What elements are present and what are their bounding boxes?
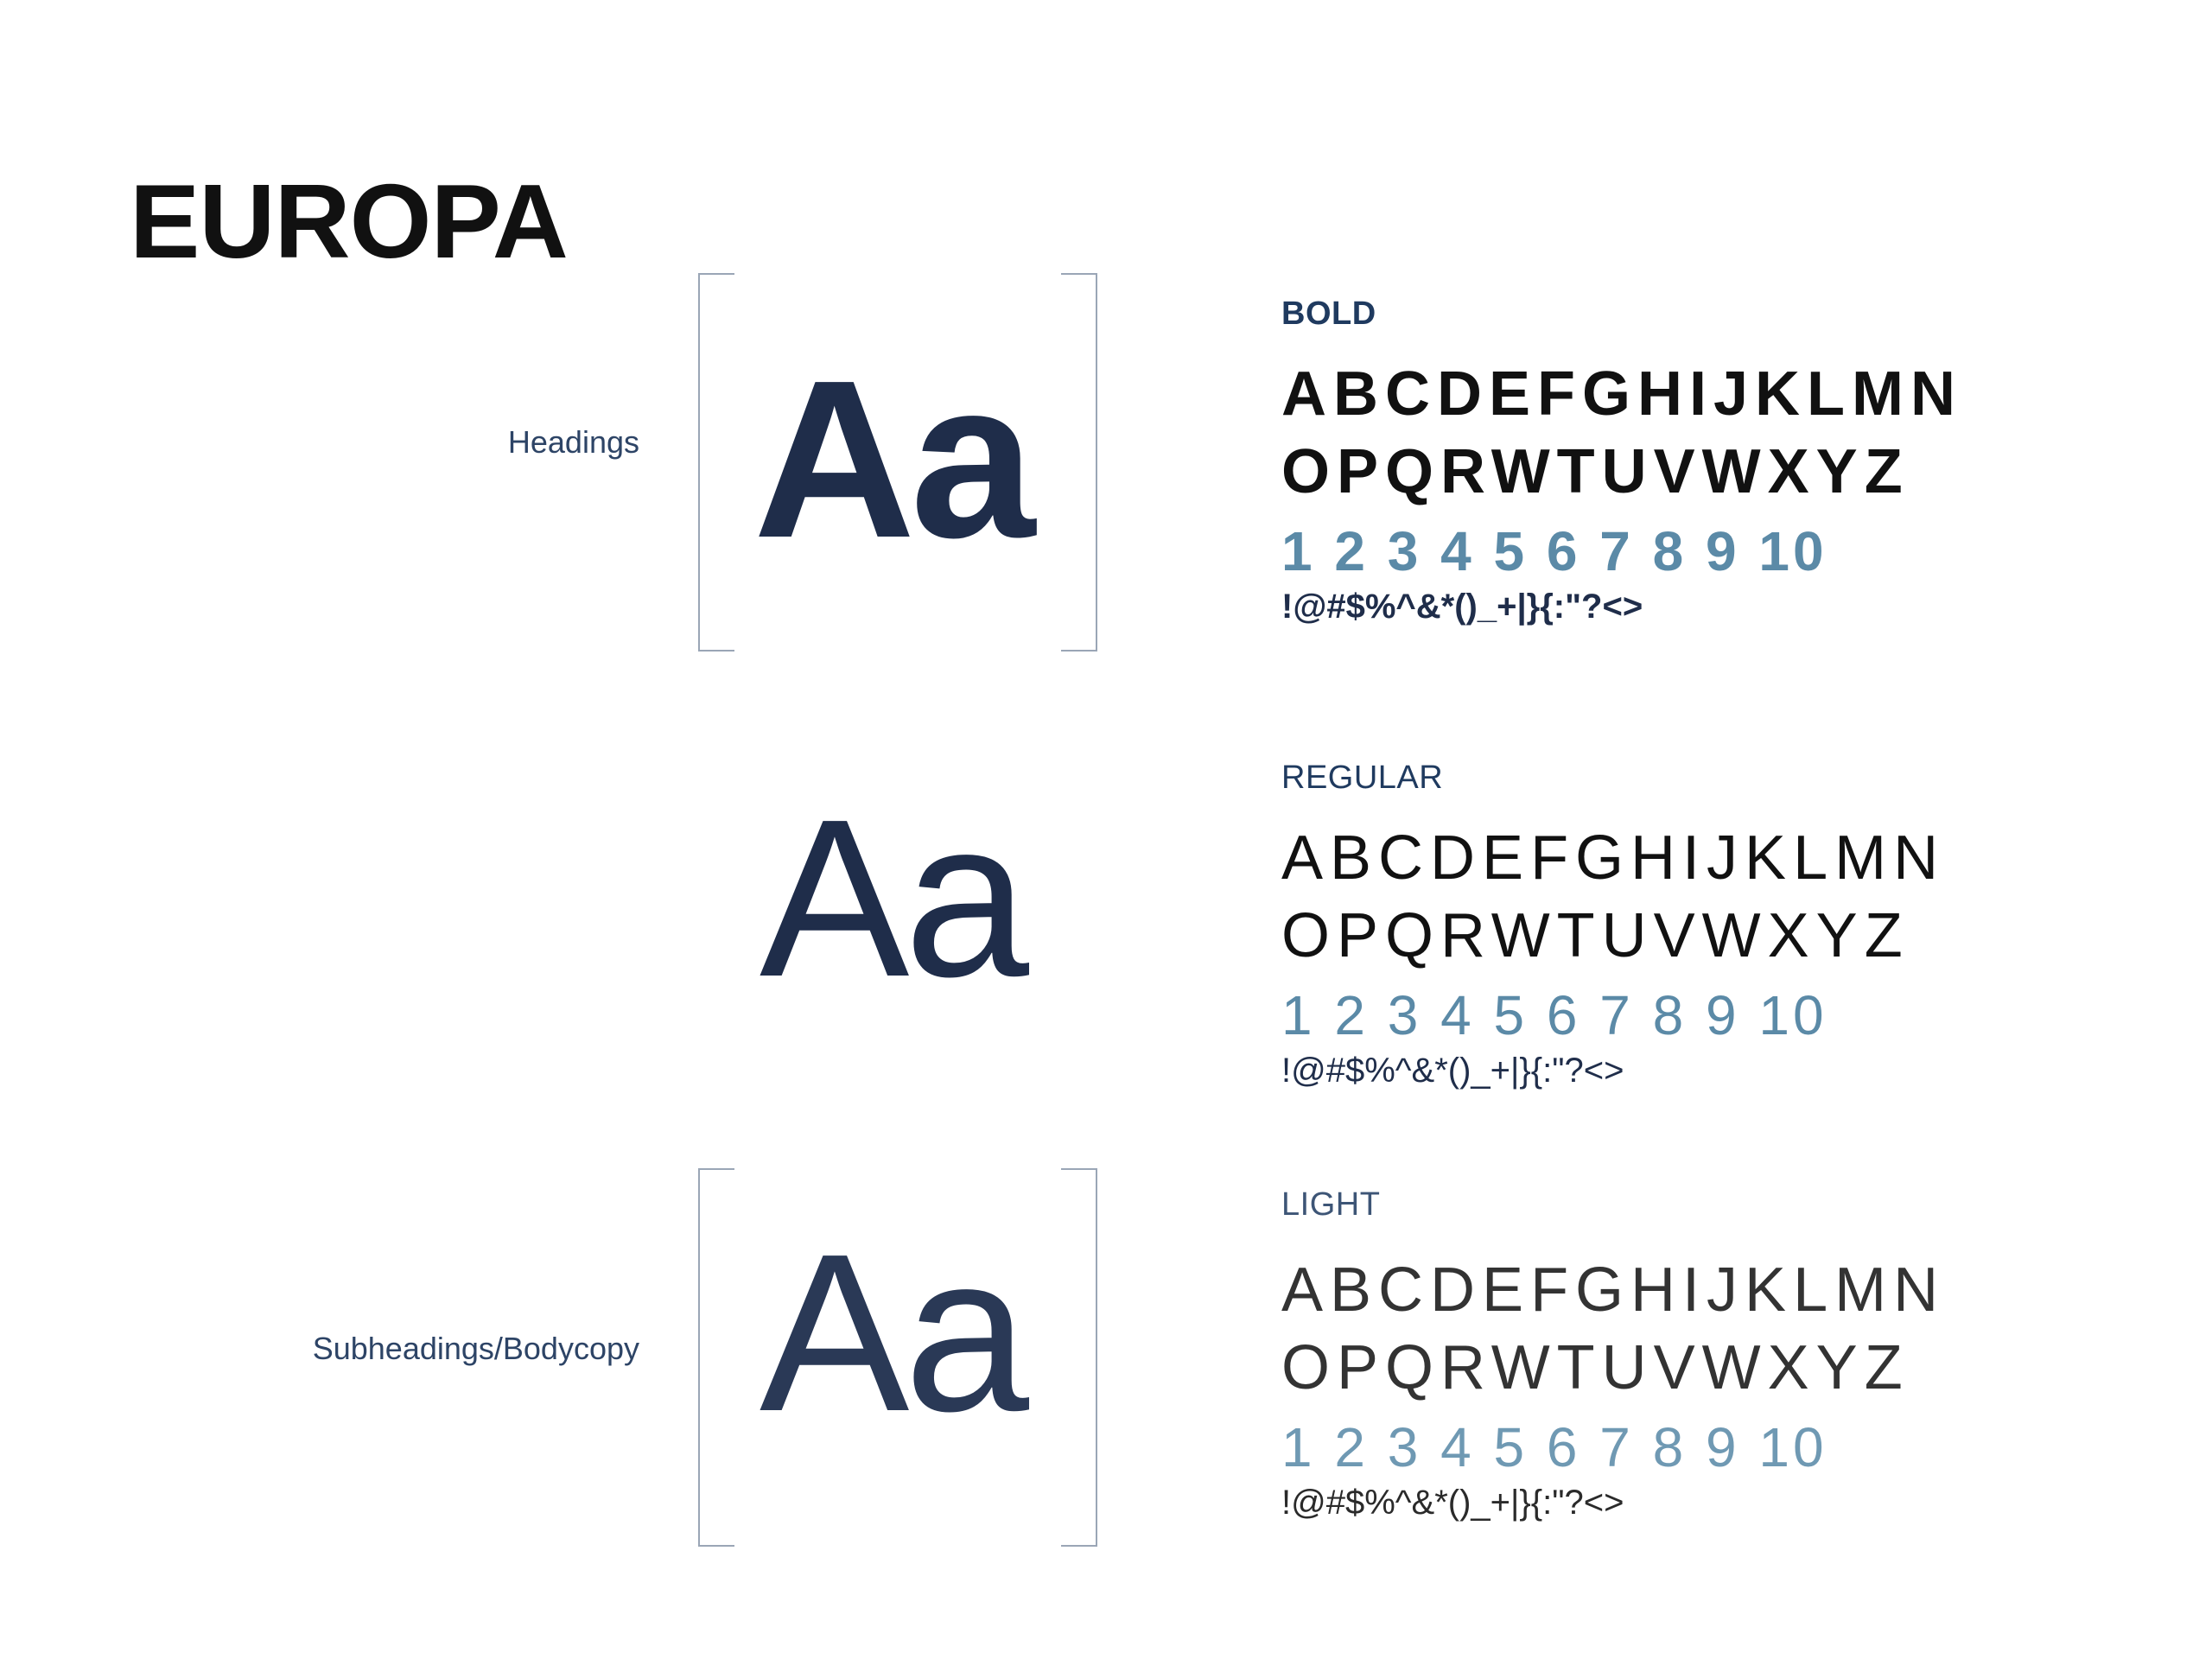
- headings-label: Headings: [507, 424, 639, 460]
- bracket-left-bottom: [698, 1168, 734, 1547]
- weight-block-light: LIGHT ABCDEFGHIJKLMN OPQRWTUVWXYZ 1 2 3 …: [1281, 1188, 1945, 1520]
- numbers-row: 1 2 3 4 5 6 7 8 9 10: [1281, 520, 1827, 582]
- weight-name: REGULAR: [1281, 760, 1444, 796]
- weight-name: BOLD: [1281, 296, 1376, 332]
- alphabet-row-2: OPQRWTUVWXYZ: [1281, 1333, 1910, 1402]
- weight-name: LIGHT: [1281, 1186, 1381, 1223]
- bracket-right-bottom: [1061, 1168, 1097, 1547]
- alphabet-row-2: OPQRWTUVWXYZ: [1281, 437, 1910, 506]
- subheadings-bodycopy-label: Subheadings/Bodycopy: [312, 1331, 639, 1366]
- symbols-row: !@#$%^&*()_+|}{:"?<>: [1281, 1052, 1624, 1090]
- alphabet-row-1: ABCDEFGHIJKLMN: [1281, 1255, 1946, 1325]
- symbols-row: !@#$%^&*()_+|}{:"?<>: [1281, 588, 1643, 626]
- symbols-row: !@#$%^&*()_+|}{:"?<>: [1281, 1484, 1624, 1522]
- numbers-row: 1 2 3 4 5 6 7 8 9 10: [1281, 984, 1827, 1046]
- page-title: EUROPA: [130, 162, 569, 280]
- alphabet-row-1: ABCDEFGHIJKLMN: [1281, 359, 1962, 429]
- numbers-row: 1 2 3 4 5 6 7 8 9 10: [1281, 1416, 1827, 1478]
- sample-glyph-regular: Aa: [759, 773, 1029, 1024]
- weight-block-regular: REGULAR ABCDEFGHIJKLMN OPQRWTUVWXYZ 1 2 …: [1281, 761, 1945, 1088]
- weight-block-bold: BOLD ABCDEFGHIJKLMN OPQRWTUVWXYZ 1 2 3 4…: [1281, 297, 1962, 624]
- alphabet-row-1: ABCDEFGHIJKLMN: [1281, 823, 1946, 893]
- bracket-right-top: [1061, 273, 1097, 652]
- bracket-left-top: [698, 273, 734, 652]
- sample-glyph-light: Aa: [759, 1208, 1029, 1459]
- sample-glyph-bold: Aa: [753, 334, 1035, 585]
- alphabet-row-2: OPQRWTUVWXYZ: [1281, 901, 1910, 970]
